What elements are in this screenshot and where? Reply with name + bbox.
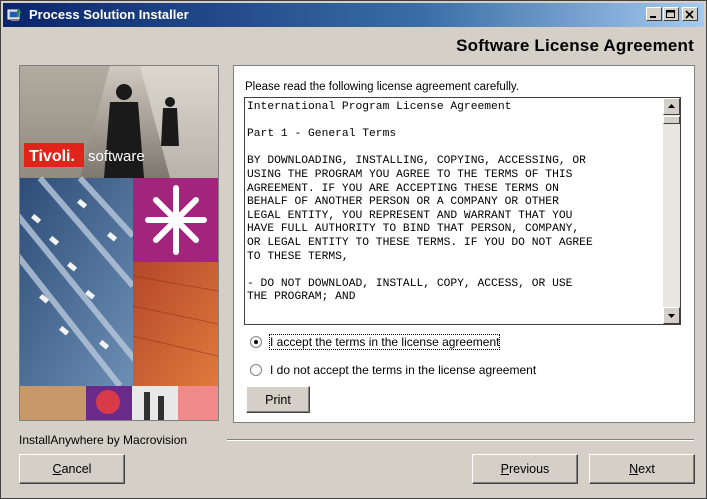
product-banner: Tivoli. software	[19, 65, 219, 421]
scroll-up-button[interactable]	[663, 98, 680, 115]
decline-radio[interactable]	[250, 364, 262, 376]
accept-radio[interactable]	[250, 336, 262, 348]
license-panel: Please read the following license agreem…	[233, 65, 695, 423]
accept-option[interactable]: I accept the terms in the license agreem…	[250, 334, 501, 350]
license-instructions: Please read the following license agreem…	[245, 81, 520, 93]
cancel-label: ancel	[61, 462, 92, 476]
previous-button[interactable]: Previous	[472, 454, 578, 484]
next-mnemonic: N	[629, 462, 639, 476]
accept-label: I accept the terms in the license agreem…	[268, 334, 501, 350]
footer-separator	[227, 439, 694, 441]
decline-label: I do not accept the terms in the license…	[270, 363, 537, 377]
next-button[interactable]: Next	[589, 454, 695, 484]
print-button-label: Print	[265, 392, 291, 407]
license-scrollbar[interactable]	[663, 98, 680, 324]
print-button[interactable]: Print	[246, 386, 310, 413]
installer-app-icon	[7, 8, 22, 21]
scroll-thumb[interactable]	[663, 116, 680, 124]
installer-vendor: InstallAnywhere by Macrovision	[19, 433, 188, 447]
window-title: Process Solution Installer	[29, 7, 189, 22]
close-button[interactable]	[682, 7, 698, 21]
license-text-area[interactable]: International Program License Agreement …	[244, 97, 681, 325]
minimize-icon	[650, 16, 656, 18]
arrow-down-icon	[668, 314, 675, 318]
banner-artwork: Tivoli. software	[20, 66, 218, 420]
installer-window: Process Solution Installer Software Lice…	[0, 0, 707, 499]
previous-label: revious	[509, 462, 550, 476]
cancel-mnemonic: C	[52, 462, 62, 476]
license-text: International Program License Agreement …	[247, 101, 593, 304]
minimize-button[interactable]	[646, 7, 662, 21]
maximize-icon	[666, 10, 675, 18]
cancel-button[interactable]: Cancel	[19, 454, 125, 484]
decline-option[interactable]: I do not accept the terms in the license…	[250, 362, 536, 378]
scroll-down-button[interactable]	[663, 307, 680, 324]
arrow-up-icon	[668, 104, 675, 108]
brand-product: software	[88, 148, 145, 165]
brand-name: Tivoli.	[29, 148, 75, 165]
title-bar[interactable]: Process Solution Installer	[3, 3, 704, 27]
page-title: Software License Agreement	[456, 36, 694, 55]
close-icon	[685, 10, 694, 19]
maximize-button[interactable]	[663, 7, 679, 21]
next-label: ext	[638, 462, 655, 476]
previous-mnemonic: P	[500, 462, 510, 476]
